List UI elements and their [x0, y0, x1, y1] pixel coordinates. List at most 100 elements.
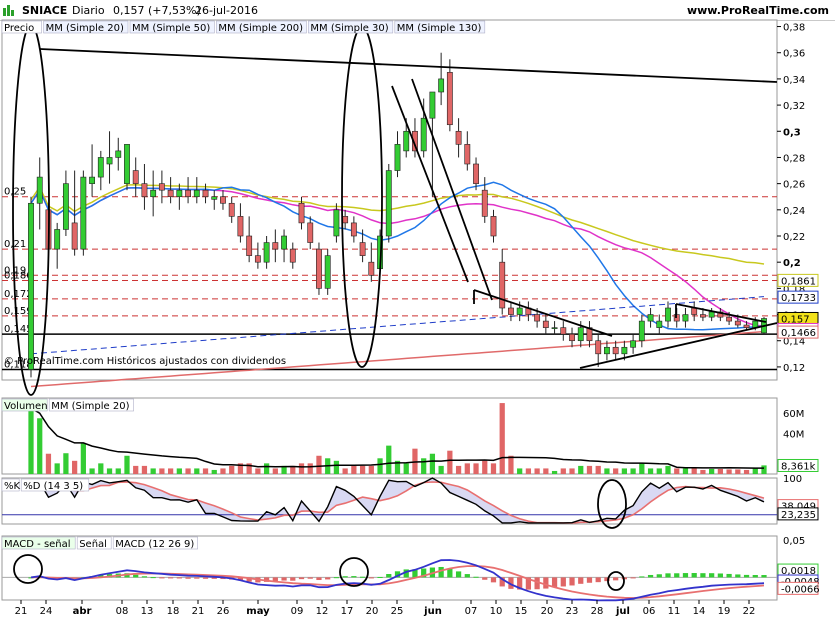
candle-body [281, 235, 287, 250]
macd-tag-label: -0,0066 [781, 584, 820, 595]
volume-bar [656, 468, 662, 474]
x-axis-label: 18 [167, 606, 180, 617]
candle-body [124, 144, 130, 184]
candle-body [54, 229, 61, 250]
candle-body [298, 202, 305, 224]
volume-bar [185, 468, 191, 474]
volume-bar [80, 443, 86, 474]
volume-bar [45, 453, 52, 474]
volume-bar [333, 460, 340, 474]
volume-bar [482, 460, 488, 474]
candle-body [542, 320, 549, 328]
candle-body [699, 314, 706, 318]
macd-histogram-bar [290, 577, 296, 581]
price-tick-label: 0,32 [783, 101, 805, 112]
volume-bar [525, 468, 532, 474]
volume-bar [700, 469, 706, 474]
volume-tick-label: 40M [783, 429, 804, 440]
x-axis-label: 07 [465, 606, 478, 617]
candle-body [237, 216, 244, 237]
candle-body [350, 222, 357, 237]
volume-bar [665, 465, 671, 474]
volume-bar [368, 465, 374, 474]
chart-canvas[interactable]: 0,38 0,36 0,34 0,32 0,3 0,28 0,26 0,24 0,22 0,2 0,… [0, 0, 835, 620]
volume-bar [674, 468, 680, 474]
volume-bar [647, 468, 654, 474]
macd-histogram-bar [438, 566, 444, 578]
price-legend-label: MM (Simple 130) [397, 23, 482, 34]
x-axis-label: may [246, 606, 270, 617]
candle-body [289, 248, 296, 263]
volume-bar [72, 460, 78, 474]
candle-body [342, 216, 349, 224]
macd-histogram-bar [490, 577, 497, 583]
macd-histogram-bar [342, 576, 348, 578]
volume-tag-label: 8,361k [781, 461, 816, 472]
x-axis-label: 06 [643, 606, 656, 617]
volume-bar [595, 465, 601, 474]
volume-bar [569, 468, 575, 474]
level-label: 0,25 [4, 187, 26, 198]
candle-body [254, 255, 261, 263]
macd-histogram-bar [665, 573, 671, 578]
candle-body [708, 311, 715, 318]
volume-bar [438, 465, 444, 474]
volume-bar [342, 468, 348, 474]
volume-bar [229, 465, 235, 474]
volume-bar [735, 469, 741, 474]
volume-legend-label: Volumen [4, 401, 48, 412]
price-tag-label: 0,1861 [781, 276, 816, 287]
volume-bar [28, 408, 34, 474]
macd-histogram-bar [717, 573, 723, 578]
volume-bar [639, 463, 645, 474]
candle-body [446, 72, 453, 126]
candle-body [193, 189, 200, 198]
volume-bar [429, 453, 436, 474]
macd-histogram-bar [613, 577, 619, 581]
macd-histogram-bar [578, 577, 584, 584]
x-axis-label: 24 [40, 606, 53, 617]
volume-bar [613, 468, 619, 474]
candle-body [167, 189, 174, 198]
x-axis-label: 21 [192, 606, 205, 617]
macd-histogram-bar [368, 577, 374, 579]
volume-bar [307, 463, 313, 474]
macd-histogram-bar [359, 576, 366, 578]
candle-body [202, 189, 209, 198]
price-tick-label: 0,22 [783, 232, 805, 243]
candle-body [420, 117, 427, 152]
volume-bar [263, 463, 270, 474]
volume-bar [377, 458, 383, 474]
macd-histogram-bar [447, 568, 453, 578]
macd-histogram-bar [307, 577, 313, 579]
candle-body [726, 316, 733, 322]
macd-histogram-bar [386, 574, 392, 578]
macd-histogram-bar [150, 577, 156, 579]
candle-body [490, 216, 497, 237]
macd-histogram-bar [586, 577, 593, 583]
macd-histogram-bar [682, 573, 689, 578]
x-axis-label: 08 [116, 606, 129, 617]
candle-body [272, 242, 279, 250]
candle-body [211, 196, 218, 200]
candle-body [368, 261, 375, 276]
volume-bar [560, 468, 566, 474]
candle-body [62, 183, 69, 230]
prorealtime-chart-window: SNIACE Diario 0,157 (+7,53%) 26-jul-2016… [0, 0, 835, 620]
macd-histogram-bar [656, 574, 662, 578]
candle-body [621, 346, 628, 355]
x-axis-label: 14 [693, 606, 706, 617]
candle-body [403, 130, 410, 152]
macd-histogram-bar [482, 577, 488, 580]
volume-bar [447, 450, 453, 474]
macd-histogram-bar [133, 574, 139, 578]
price-tag-label: 0,1733 [781, 293, 816, 304]
x-axis-label: 21 [15, 606, 28, 617]
candle-body [612, 346, 619, 355]
volume-bar [517, 468, 523, 474]
candle-body [132, 170, 139, 184]
macd-legend-label: Señal [79, 539, 107, 550]
macd-histogram-bar [168, 577, 174, 579]
price-legend-label: MM (Simple 30) [310, 23, 388, 34]
price-tick-label: 0,34 [783, 75, 805, 86]
